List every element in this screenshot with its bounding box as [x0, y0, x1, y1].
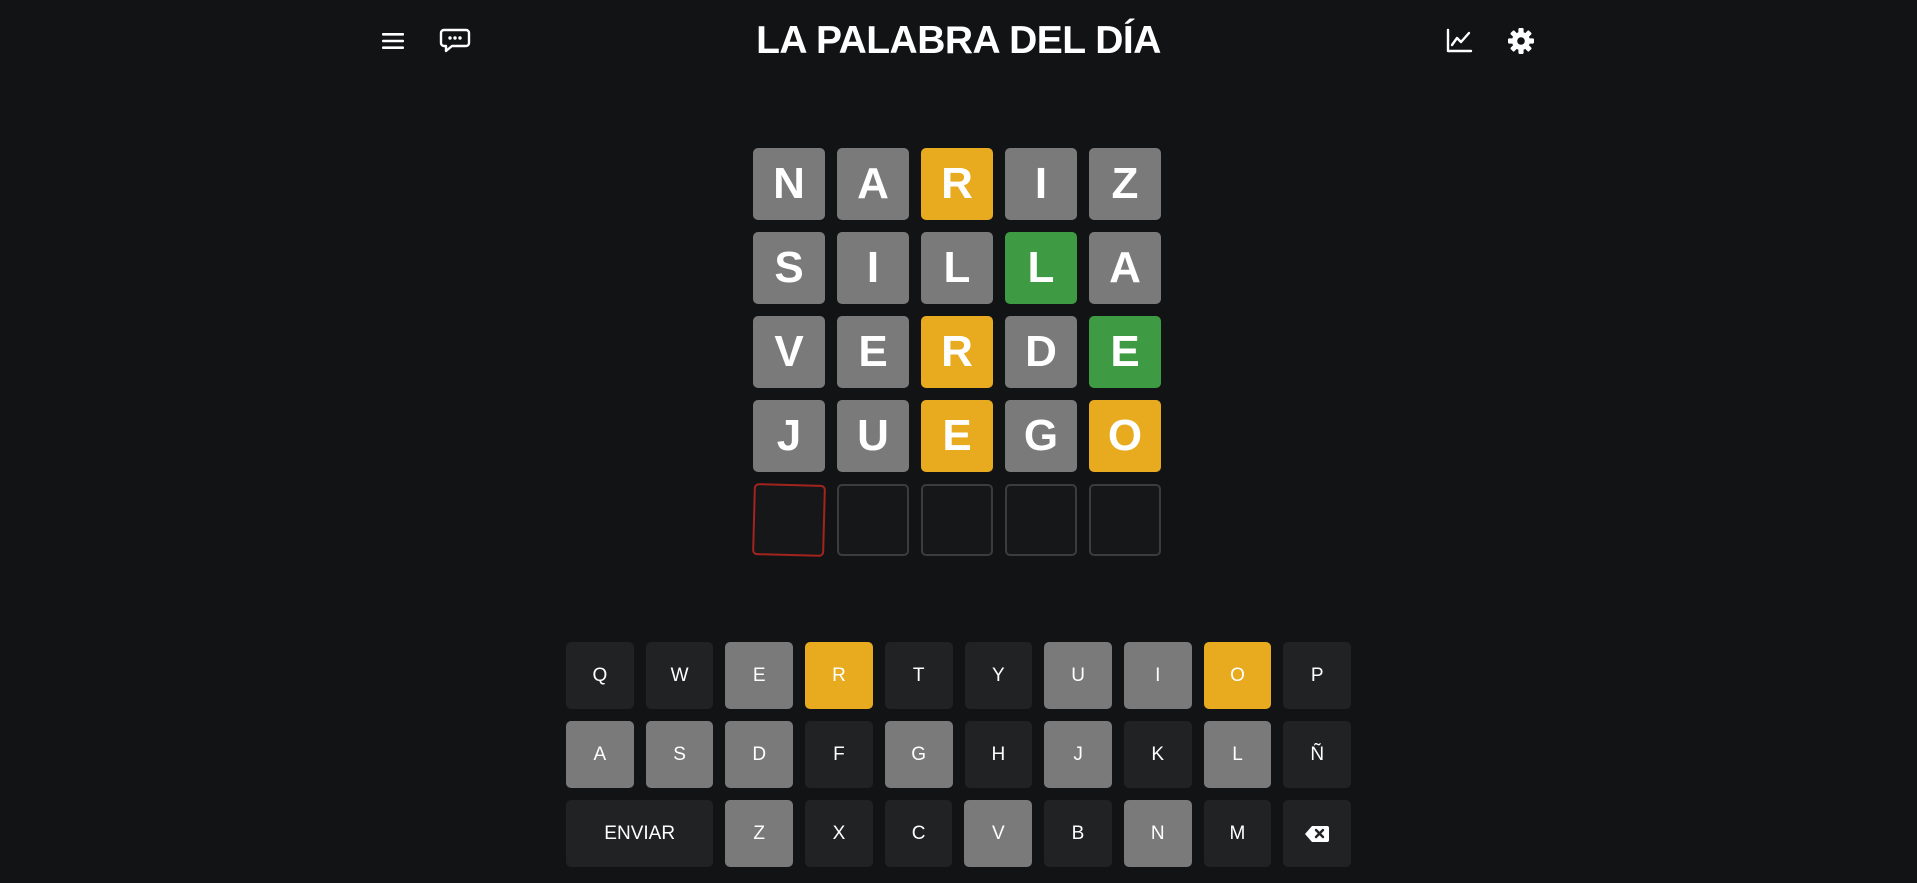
app: LA PALABRA DEL DÍA NARIZSILLAVERDEJUEGO [0, 0, 1917, 883]
board-tile [752, 483, 826, 557]
key-t[interactable]: T [884, 642, 953, 709]
board-tile: S [753, 232, 825, 304]
board-tile: Z [1089, 148, 1161, 220]
board-tile: E [837, 316, 909, 388]
key-s[interactable]: S [645, 721, 714, 788]
enter-key[interactable]: ENVIAR [566, 800, 714, 867]
key-b[interactable]: B [1044, 800, 1112, 867]
game-board: NARIZSILLAVERDEJUEGO [752, 148, 1163, 568]
key-y[interactable]: Y [964, 642, 1033, 709]
key-n[interactable]: N [1123, 800, 1192, 867]
key-m[interactable]: M [1203, 800, 1272, 867]
board-tile: L [921, 232, 993, 304]
key-u[interactable]: U [1044, 642, 1112, 709]
key-w[interactable]: W [645, 642, 714, 709]
board-tile: V [753, 316, 825, 388]
board-row: VERDE [753, 316, 1163, 388]
on-screen-keyboard: Q W E R T Y U I O P A S D F G H J K L Ñ ENVIAR Z X C V B N M [566, 642, 1352, 879]
board-tile: O [1089, 400, 1161, 472]
board-tile: N [753, 148, 825, 220]
key-l[interactable]: L [1203, 721, 1272, 788]
key-o[interactable]: O [1203, 642, 1272, 709]
board-tile: E [1089, 316, 1161, 388]
keyboard-row: ENVIAR Z X C V B N M [566, 800, 1351, 867]
key-f[interactable]: F [805, 721, 873, 788]
key-i[interactable]: I [1123, 642, 1192, 709]
backspace-icon [1305, 825, 1330, 842]
board-row [752, 483, 1163, 557]
key-q[interactable]: Q [566, 642, 634, 709]
board-tile: G [1005, 400, 1077, 472]
board-tile: L [1005, 232, 1077, 304]
board-tile [837, 484, 909, 556]
board-tile: R [921, 316, 993, 388]
board-tile: I [1005, 148, 1077, 220]
key-v[interactable]: V [964, 800, 1033, 867]
key-z[interactable]: Z [725, 800, 794, 867]
key-e[interactable]: E [725, 642, 794, 709]
board-row: JUEGO [753, 400, 1163, 472]
key-k[interactable]: K [1123, 721, 1192, 788]
board-tile [921, 484, 993, 556]
gear-icon[interactable] [1501, 21, 1541, 61]
key-x[interactable]: X [805, 800, 873, 867]
key-c[interactable]: C [884, 800, 953, 867]
key-d[interactable]: D [725, 721, 794, 788]
board-tile [1005, 484, 1077, 556]
key-r[interactable]: R [805, 642, 873, 709]
key-h[interactable]: H [964, 721, 1033, 788]
board-row: NARIZ [753, 148, 1163, 220]
board-row: SILLA [753, 232, 1163, 304]
keyboard-row: ASDFGHJKLÑ [566, 721, 1352, 788]
board-tile: I [837, 232, 909, 304]
key-p[interactable]: P [1283, 642, 1352, 709]
key-g[interactable]: G [884, 721, 953, 788]
backspace-key[interactable] [1283, 800, 1351, 867]
board-tile: U [837, 400, 909, 472]
key-j[interactable]: J [1044, 721, 1112, 788]
board-tile: D [1005, 316, 1077, 388]
board-tile: A [1089, 232, 1161, 304]
key-a[interactable]: A [566, 721, 634, 788]
board-tile: A [837, 148, 909, 220]
board-tile: E [921, 400, 993, 472]
board-tile: R [921, 148, 993, 220]
stats-icon[interactable] [1439, 21, 1479, 61]
board-tile: J [753, 400, 825, 472]
board-tile [1089, 484, 1161, 556]
keyboard-row: QWERTYUIOP [566, 642, 1352, 709]
page-title: LA PALABRA DEL DÍA [756, 19, 1161, 62]
key-ñ[interactable]: Ñ [1283, 721, 1352, 788]
